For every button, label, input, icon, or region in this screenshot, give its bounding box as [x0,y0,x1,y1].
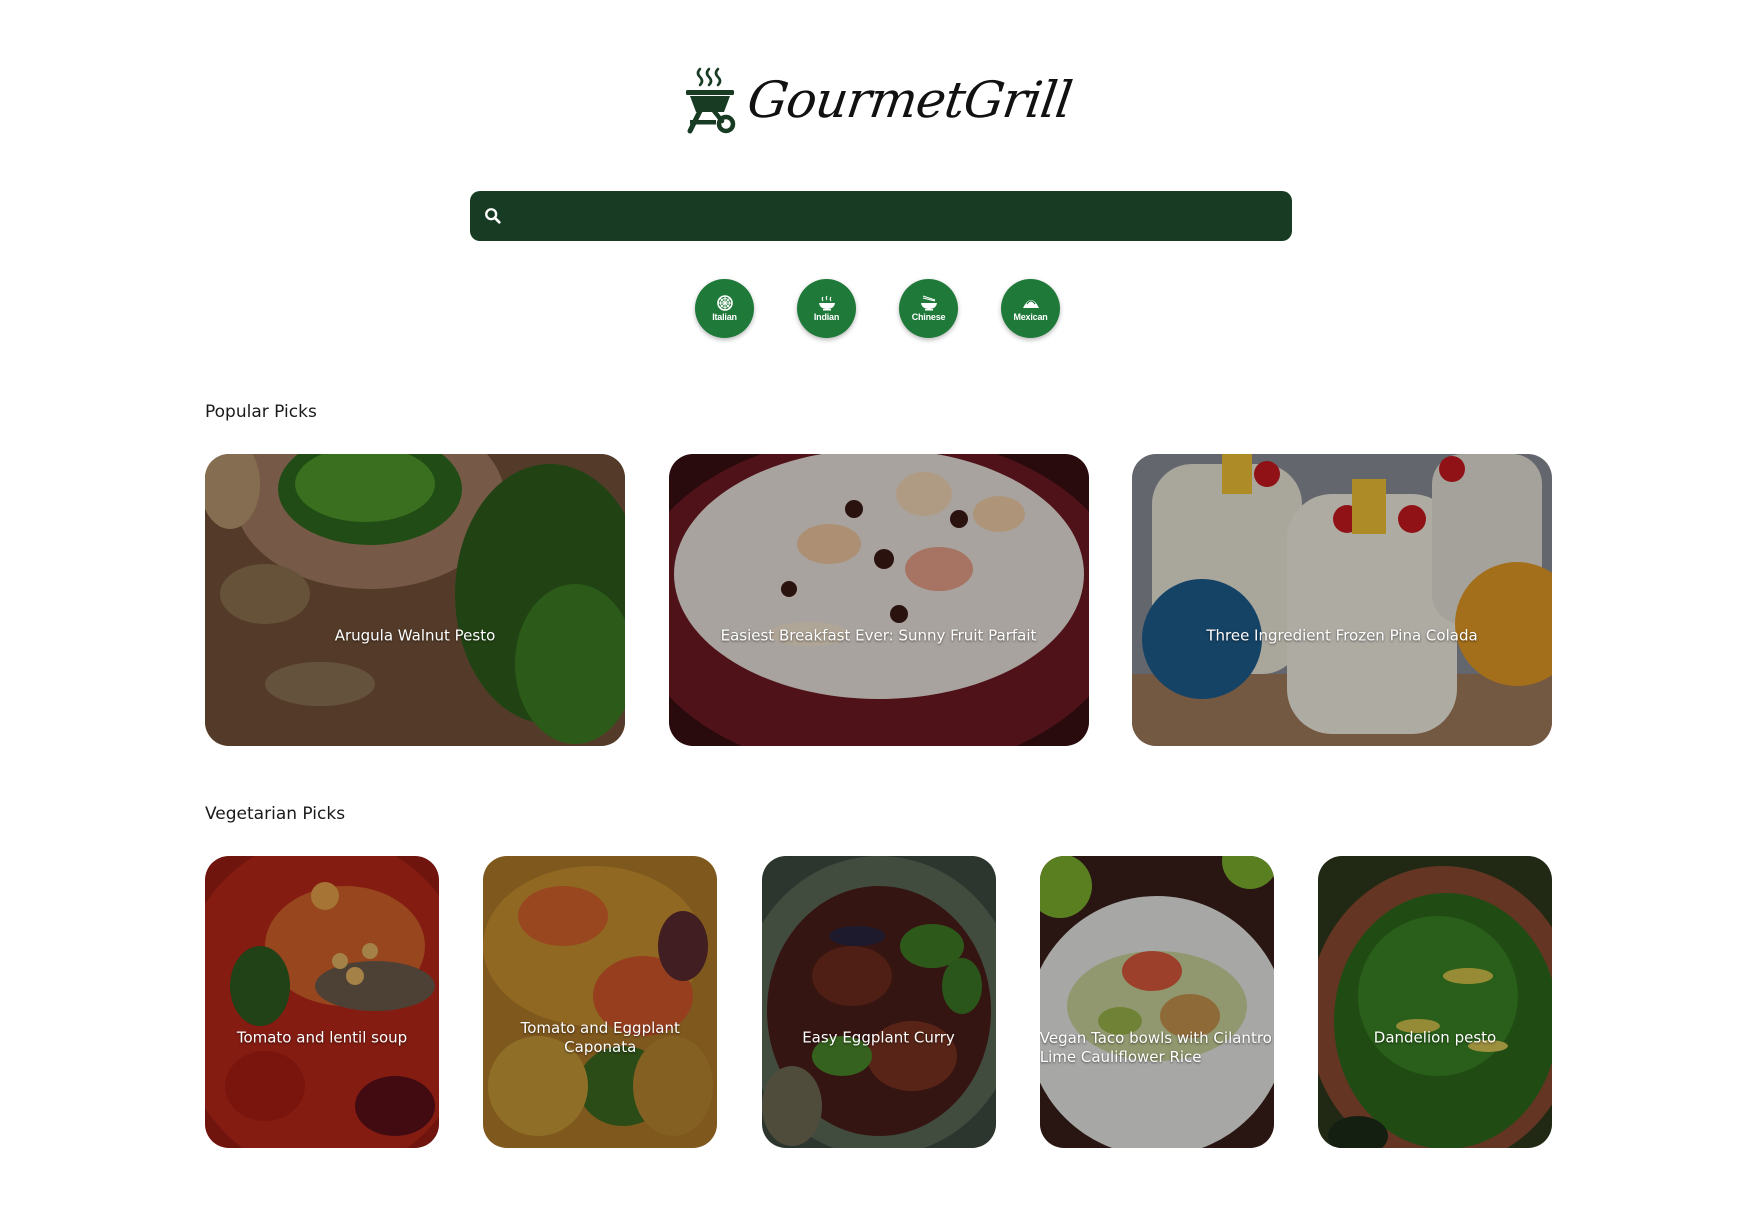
recipe-title: Easiest Breakfast Ever: Sunny Fruit Parf… [720,626,1037,645]
cuisine-button-italian[interactable]: Italian [695,279,754,338]
cuisine-button-indian[interactable]: Indian [797,279,856,338]
search-icon[interactable] [484,207,502,225]
popular-picks-row: Arugula Walnut Pesto Easiest Breakfast E… [205,454,1552,746]
card-overlay [1132,454,1552,746]
recipe-card-tomato-eggplant-caponata[interactable]: Tomato and Eggplant Caponata [483,856,718,1148]
card-overlay [483,856,718,1148]
recipe-card-tomato-lentil-soup[interactable]: Tomato and lentil soup [205,856,439,1148]
recipe-title: Three Ingredient Frozen Pina Colada [1206,626,1478,645]
curry-bowl-icon [818,295,835,311]
cuisine-label: Italian [712,312,737,322]
recipe-title: Tomato and Eggplant Caponata [520,1019,680,1056]
header: GourmetGrill [0,60,1755,140]
cuisine-label: Chinese [911,312,946,322]
recipe-title: Tomato and lentil soup [236,1028,408,1047]
pizza-icon [716,295,733,311]
section-title-popular: Popular Picks [205,402,317,422]
cuisine-button-chinese[interactable]: Chinese [899,279,958,338]
card-overlay [205,856,439,1148]
cuisine-label: Mexican [1013,312,1048,322]
card-overlay [1039,856,1274,1148]
recipe-card-easy-eggplant-curry[interactable]: Easy Eggplant Curry [761,856,996,1148]
section-title-vegetarian: Vegetarian Picks [205,804,346,824]
search-input[interactable] [502,190,1292,242]
recipe-title: Dandelion pesto [1373,1028,1497,1047]
recipe-card-dandelion-pesto[interactable]: Dandelion pesto [1318,856,1552,1148]
cuisine-filters: Italian Indian Chinese Mexican [0,279,1755,338]
vegetarian-picks-row: Tomato and lentil soup Tomato and Eggpla… [205,856,1552,1148]
card-overlay [668,454,1089,746]
recipe-title: Vegan Taco bowls with Cilantro Lime Caul… [1039,1029,1272,1066]
card-overlay [205,454,625,746]
recipe-card-frozen-pina-colada[interactable]: Three Ingredient Frozen Pina Colada [1132,454,1552,746]
recipe-card-sunny-fruit-parfait[interactable]: Easiest Breakfast Ever: Sunny Fruit Parf… [668,454,1089,746]
recipe-title: Easy Eggplant Curry [802,1028,955,1047]
card-overlay [761,856,996,1148]
card-overlay [1318,856,1552,1148]
recipe-card-vegan-taco-bowls[interactable]: Vegan Taco bowls with Cilantro Lime Caul… [1039,856,1274,1148]
noodle-bowl-icon [920,295,937,311]
recipe-title: Arugula Walnut Pesto [334,626,496,645]
brand-name: GourmetGrill [743,71,1076,129]
cuisine-button-mexican[interactable]: Mexican [1001,279,1060,338]
taco-icon [1022,300,1039,308]
search-bar[interactable] [470,190,1292,242]
brand-logo[interactable]: GourmetGrill [684,65,1076,135]
cuisine-label: Indian [813,312,840,322]
recipe-card-arugula-walnut-pesto[interactable]: Arugula Walnut Pesto [205,454,625,746]
grill-icon [685,67,736,134]
